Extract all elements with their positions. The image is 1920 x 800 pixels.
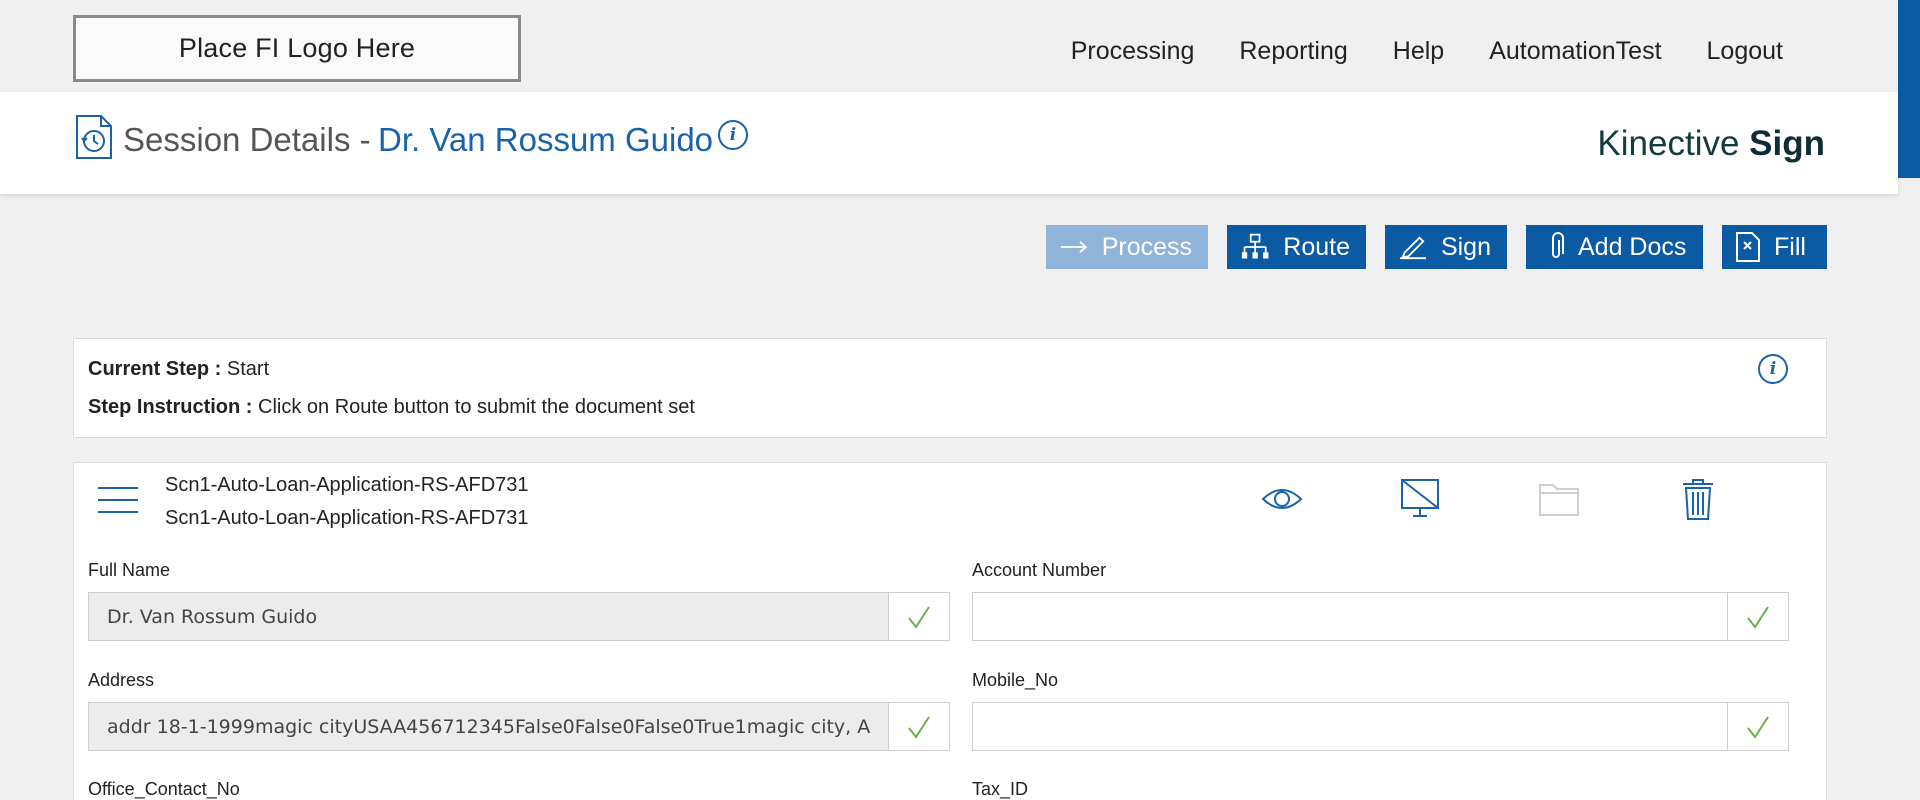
- nav-processing[interactable]: Processing: [1071, 34, 1195, 68]
- action-toolbar: Process Route Sign Add Docs Fill: [1046, 225, 1827, 269]
- fill-button-label: Fill: [1774, 232, 1806, 261]
- sign-button-label: Sign: [1440, 232, 1491, 261]
- mobile-no-field[interactable]: [972, 702, 1789, 751]
- nav-logout[interactable]: Logout: [1707, 34, 1783, 68]
- current-step: Current Step : Start: [88, 358, 269, 381]
- document-history-icon: [76, 115, 112, 159]
- hamburger-menu-icon[interactable]: [98, 487, 138, 517]
- brand-logo: Kinective Sign: [1597, 124, 1825, 164]
- account-number-field[interactable]: [972, 592, 1789, 641]
- nav-reporting[interactable]: Reporting: [1239, 34, 1347, 68]
- add-docs-button[interactable]: Add Docs: [1526, 225, 1703, 269]
- process-button-label: Process: [1101, 232, 1192, 261]
- arrow-right-icon: [1060, 241, 1088, 253]
- step-instruction: Step Instruction : Click on Route button…: [88, 396, 695, 419]
- brand-bold: Sign: [1749, 124, 1825, 163]
- logo-placeholder: Place FI Logo Here: [73, 15, 521, 82]
- page-title: Session Details -: [123, 121, 371, 158]
- address-label: Address: [88, 670, 155, 690]
- document-panel: Scn1-Auto-Loan-Application-RS-AFD731 Scn…: [73, 462, 1827, 800]
- session-customer-name: Dr. Van Rossum Guido: [378, 121, 714, 158]
- step-instruction-value: Click on Route button to submit the docu…: [258, 396, 695, 418]
- trash-icon[interactable]: [1675, 477, 1721, 521]
- current-step-label: Current Step :: [88, 358, 222, 380]
- pen-icon: [1399, 236, 1427, 260]
- office-contact-no-label: Office_Contact_No: [88, 779, 240, 799]
- paperclip-icon: [1552, 232, 1564, 258]
- session-info-icon[interactable]: i: [718, 120, 748, 150]
- brand-light: Kinective: [1597, 124, 1750, 163]
- account-number-check-icon: [1727, 593, 1788, 640]
- nav-help[interactable]: Help: [1393, 34, 1444, 68]
- step-panel: Current Step : Start Step Instruction : …: [73, 338, 1827, 438]
- tax-id-label: Tax_ID: [972, 779, 1029, 799]
- document-name: Scn1-Auto-Loan-Application-RS-AFD731: [165, 474, 529, 496]
- full-name-label: Full Name: [88, 560, 171, 580]
- address-field[interactable]: addr 18-1-1999magic cityUSAA456712345Fal…: [88, 702, 950, 751]
- account-number-value[interactable]: [973, 593, 1727, 640]
- address-check-icon: [888, 703, 949, 750]
- full-name-field[interactable]: Dr. Van Rossum Guido: [88, 592, 950, 641]
- main-nav: Processing Reporting Help AutomationTest…: [1026, 34, 1783, 68]
- full-name-value[interactable]: Dr. Van Rossum Guido: [89, 593, 888, 640]
- sign-button[interactable]: Sign: [1385, 225, 1507, 269]
- scrollbar-thumb[interactable]: [1898, 0, 1920, 178]
- step-info-icon[interactable]: i: [1758, 354, 1788, 384]
- top-bar: Place FI Logo Here Processing Reporting …: [0, 0, 1898, 92]
- mobile-no-value[interactable]: [973, 703, 1727, 750]
- process-button[interactable]: Process: [1046, 225, 1208, 269]
- step-instruction-label: Step Instruction :: [88, 396, 253, 418]
- mobile-no-check-icon: [1727, 703, 1788, 750]
- document-fill-icon: [1736, 232, 1760, 262]
- sitemap-icon: [1241, 233, 1269, 259]
- full-name-check-icon: [888, 593, 949, 640]
- add-docs-button-label: Add Docs: [1578, 232, 1687, 261]
- folder-icon: [1539, 484, 1579, 516]
- current-step-value: Start: [226, 358, 270, 380]
- eye-icon[interactable]: [1259, 477, 1305, 521]
- nav-user-automationtest[interactable]: AutomationTest: [1489, 34, 1661, 68]
- monitor-off-icon[interactable]: [1397, 477, 1443, 521]
- mobile-no-label: Mobile_No: [972, 670, 1059, 690]
- address-value[interactable]: addr 18-1-1999magic cityUSAA456712345Fal…: [89, 703, 888, 750]
- document-subtitle: Scn1-Auto-Loan-Application-RS-AFD731: [165, 507, 529, 529]
- account-number-label: Account Number: [972, 560, 1107, 580]
- fill-button[interactable]: Fill: [1722, 225, 1827, 269]
- route-button[interactable]: Route: [1227, 225, 1366, 269]
- route-button-label: Route: [1283, 232, 1350, 261]
- page: Place FI Logo Here Processing Reporting …: [0, 0, 1920, 800]
